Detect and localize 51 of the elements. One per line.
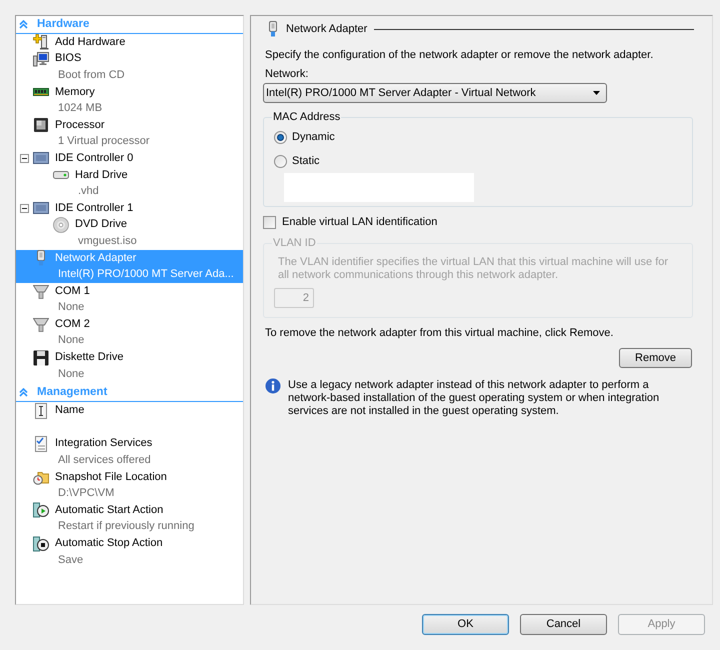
tree-item[interactable]: Snapshot File Location D:\VPC\VM <box>16 468 243 502</box>
radio-button[interactable] <box>274 130 287 144</box>
tree-item[interactable]: Integration Services All services offered <box>16 436 243 469</box>
radio-label: Dynamic <box>292 130 335 144</box>
controller-card-icon <box>33 200 49 216</box>
cancel-button[interactable]: Cancel <box>520 614 607 635</box>
panel-title: Network Adapter <box>286 22 368 36</box>
tree-item[interactable]: COM 1 None <box>16 282 243 316</box>
plus-tower-icon <box>33 34 49 50</box>
vlan-description: The VLAN identifier specifies the virtual LAN that this virtual machine will use for all network communications through this network adapter. <box>278 256 670 282</box>
description-text: Specify the configuration of the network adapter or remove the network adapter. <box>265 49 654 62</box>
tree-item[interactable]: Name <box>16 402 243 436</box>
ok-button[interactable]: OK <box>422 614 509 635</box>
tree-item[interactable]: Diskette Drive None <box>16 349 243 382</box>
tree-item[interactable]: Automatic Stop Action Save <box>16 535 243 568</box>
remove-hint: To remove the network adapter from this virtual machine, click Remove. <box>265 327 614 340</box>
chip-icon <box>33 117 49 134</box>
connector-icon <box>33 316 49 332</box>
tree-item[interactable]: Processor 1 Virtual processor <box>16 116 243 150</box>
tree-item[interactable]: Automatic Start Action Restart if previously running <box>16 502 243 536</box>
tree-item[interactable]: Memory 1024 MB <box>16 84 243 117</box>
info-icon <box>265 378 281 394</box>
radio-button[interactable] <box>274 154 287 168</box>
collapse-icon[interactable] <box>20 154 29 163</box>
text-cursor-icon <box>33 402 49 419</box>
group-title: MAC Address <box>272 111 342 124</box>
group-title: VLAN ID <box>272 237 317 250</box>
tree-item[interactable]: IDE Controller 0 <box>16 150 243 167</box>
tree-item[interactable]: IDE Controller 1 <box>16 200 243 217</box>
caret-icon <box>593 91 600 95</box>
remove-button[interactable]: Remove <box>619 348 692 368</box>
checkbox-label: Enable virtual LAN identification <box>282 216 438 228</box>
stop-icon <box>33 536 49 552</box>
info-text: Use a legacy network adapter instead of this network adapter to perform a network-based installation of the guest operating system or when integration services are not installed in the guest operating system. <box>288 379 660 418</box>
tree-item[interactable]: DVD Drive vmguest.iso <box>16 216 243 250</box>
radio-label: Static <box>292 154 320 168</box>
monitor-icon <box>33 50 49 67</box>
tree-item[interactable]: Add Hardware <box>16 34 243 51</box>
network-dropdown[interactable]: Intel(R) PRO/1000 MT Server Adapter - Virtual Network <box>263 83 607 103</box>
disc-icon <box>53 216 69 233</box>
vlan-id-field: 2 <box>274 288 314 308</box>
tree-item[interactable]: COM 2 None <box>16 316 243 350</box>
connector-icon <box>33 283 49 300</box>
field-label: Network: <box>265 68 308 81</box>
play-icon <box>33 502 49 518</box>
tree-item[interactable]: BIOS Boot from CD <box>16 50 243 84</box>
collapse-icon[interactable] <box>20 204 29 213</box>
folder-clock-icon <box>33 469 49 486</box>
tree-item[interactable]: Hard Drive .vhd <box>16 166 243 200</box>
checklist-icon <box>33 436 49 452</box>
controller-card-icon <box>33 150 49 166</box>
